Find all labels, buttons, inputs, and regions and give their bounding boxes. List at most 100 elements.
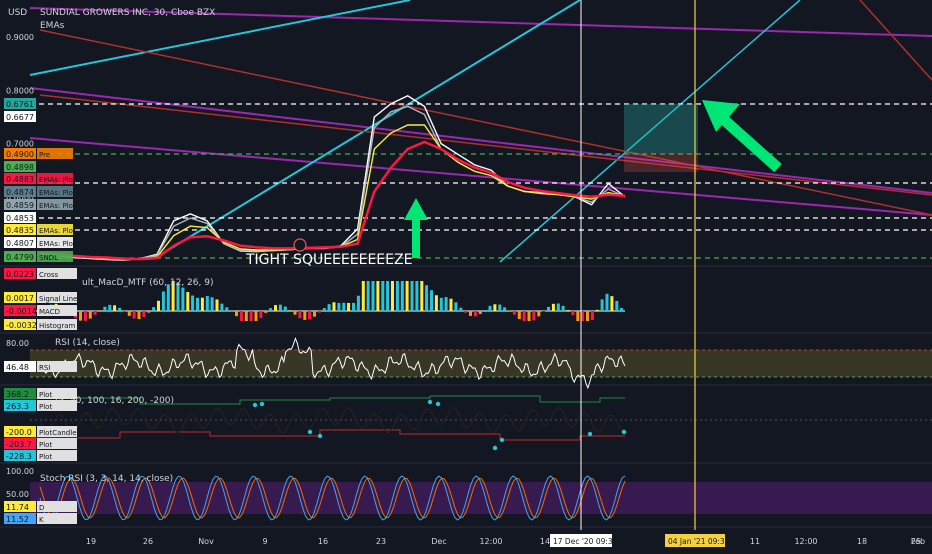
- cci-dot: [318, 434, 322, 438]
- macd-bar: [479, 311, 482, 314]
- squeeze-annotation[interactable]: TIGHT SQUEEEEEEEEZE: [245, 252, 412, 268]
- macd-bar: [303, 311, 306, 320]
- macd-bar: [513, 311, 516, 315]
- price-label: 0.4898: [4, 161, 36, 172]
- macd-bar: [113, 305, 116, 311]
- macd-bar: [298, 311, 301, 318]
- macd-bar: [289, 310, 292, 311]
- macd-bar: [435, 295, 438, 311]
- earnings-marker-icon[interactable]: [294, 239, 306, 251]
- macd-bar: [571, 311, 574, 315]
- macd-bar: [493, 304, 496, 311]
- indicator-label: 263.3Plot: [4, 400, 77, 411]
- indicator-label-tag: Plot: [39, 441, 52, 449]
- macd-bar: [537, 311, 540, 316]
- macd-bar: [133, 311, 136, 319]
- y-tick-label: 0.9000: [6, 33, 34, 42]
- macd-bar: [206, 296, 209, 311]
- svg-text:17 Dec '20 09:30: 17 Dec '20 09:30: [553, 537, 618, 546]
- macd-bar: [606, 294, 609, 311]
- x-tick-label: 16: [318, 537, 328, 546]
- macd-bar: [347, 303, 350, 311]
- indicator-label-value: -200.0: [6, 428, 32, 437]
- x-tick-label: 12:00: [479, 537, 502, 546]
- price-label: 0.4835EMAs: Plot: [4, 224, 76, 235]
- x-tick-label: 23: [376, 537, 386, 546]
- macd-bar: [337, 303, 340, 311]
- svg-text:19: 19: [86, 537, 96, 546]
- indicator-label: -0.0014MACD: [4, 305, 77, 316]
- svg-text:23: 23: [376, 537, 386, 546]
- svg-text:18: 18: [857, 537, 867, 546]
- macd-bar: [615, 301, 618, 311]
- macd-bar: [269, 308, 272, 311]
- indicator-label: EMAs: [40, 21, 65, 31]
- macd-bar: [396, 281, 399, 311]
- indicator-label-tag: D: [39, 504, 44, 512]
- price-label-tag: EMAs: Plot: [39, 176, 76, 184]
- macd-bar: [211, 297, 214, 311]
- indicator-label: -0.0032Histogram: [4, 319, 77, 330]
- macd-bar: [464, 311, 467, 313]
- indicator-label: -200.0 PlotCandle: [4, 426, 77, 437]
- macd-bar: [484, 310, 487, 311]
- macd-bar: [152, 307, 155, 311]
- indicator-label-tag: Signal Line: [39, 295, 77, 303]
- x-tick-label: Dec: [431, 537, 446, 546]
- macd-bar: [562, 306, 565, 311]
- macd-bar: [94, 311, 97, 315]
- indicator-label: 0.0223Cross: [4, 268, 77, 279]
- indicator-label: 0.0017 Signal Line: [4, 292, 77, 303]
- macd-bar: [138, 311, 141, 319]
- indicator-label-value: 11.52: [6, 515, 29, 524]
- x-axis-highlight-label: 04 Jan '21 09:30: [665, 534, 730, 547]
- indicator-label-tag: Plot: [39, 453, 52, 461]
- macd-bar: [313, 311, 316, 317]
- macd-bar: [225, 307, 228, 311]
- stoch-y-tick: 100.00: [6, 467, 34, 476]
- x-axis-highlight-label: 17 Dec '20 09:30: [550, 534, 618, 547]
- macd-bar: [259, 311, 262, 318]
- macd-bar: [591, 311, 594, 320]
- indicator-label-value: 0.0017: [6, 294, 34, 303]
- macd-bar: [532, 311, 535, 320]
- macd-bar: [498, 305, 501, 311]
- macd-bar: [401, 281, 404, 311]
- svg-text:16: 16: [318, 537, 328, 546]
- cci-dot: [500, 438, 504, 442]
- macd-bar: [142, 311, 145, 317]
- price-label-value: 0.6761: [6, 100, 34, 109]
- rsi-title: RSI (14, close): [55, 338, 120, 348]
- macd-bar: [328, 304, 331, 311]
- indicator-label-tag: PlotCandle: [39, 429, 77, 437]
- macd-bar: [567, 310, 570, 311]
- x-tick-label: Nov: [198, 537, 214, 546]
- macd-bar: [342, 303, 345, 311]
- price-label: 0.4799SNDL: [4, 251, 73, 262]
- macd-bar: [147, 311, 150, 313]
- target-zone-box[interactable]: [624, 104, 698, 154]
- macd-bar: [459, 308, 462, 311]
- svg-text:Nov: Nov: [198, 537, 214, 546]
- currency-label: USD: [8, 8, 27, 18]
- svg-text:Dec: Dec: [431, 537, 446, 546]
- macd-bar: [186, 292, 189, 311]
- price-label-value: 0.4859: [6, 201, 34, 210]
- macd-bar: [528, 311, 531, 321]
- macd-bar: [440, 298, 443, 311]
- stop-zone-box[interactable]: [624, 154, 698, 172]
- macd-bar: [191, 296, 194, 311]
- price-label-value: 0.4807: [6, 239, 34, 248]
- price-label: 0.6761: [4, 98, 36, 109]
- price-label: 0.4853: [4, 212, 36, 223]
- macd-bar: [581, 311, 584, 321]
- macd-bar: [357, 296, 360, 311]
- indicator-label: -203.7Plot: [4, 438, 77, 449]
- price-label-tag: EMAs: Plot: [39, 202, 76, 210]
- indicator-label-tag: Plot: [39, 391, 52, 399]
- price-label: 0.6677: [4, 111, 36, 122]
- indicator-label-value: 11.74: [6, 503, 29, 512]
- indicator-label-value: -0.0014: [6, 307, 37, 316]
- macd-bar: [264, 311, 267, 313]
- price-label-value: 0.4900: [6, 150, 34, 159]
